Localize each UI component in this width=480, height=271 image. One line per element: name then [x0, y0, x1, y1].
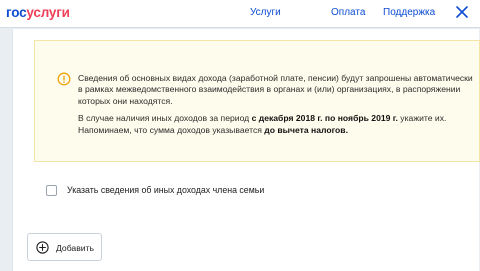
alert-text: Сведения об основных видах дохода (зараб…: [78, 73, 478, 136]
nav-link-support[interactable]: Поддержка: [383, 7, 435, 18]
info-circle-icon: [57, 72, 71, 86]
logo-part-uslugi: услуги: [26, 5, 70, 20]
alert-p2-text-1: В случае наличия иных доходов за период: [78, 113, 252, 124]
close-icon[interactable]: [454, 4, 470, 20]
alert-before-tax-bold: до вычета налогов.: [264, 124, 348, 135]
alert-period-bold: с декабря 2018 г. по ноябрь 2019 г.: [251, 113, 398, 124]
info-alert: Сведения об основных видах дохода (зараб…: [34, 40, 480, 162]
alert-paragraph-2: В случае наличия иных доходов за период …: [78, 113, 478, 136]
logo-part-gos: гос: [6, 5, 27, 20]
top-header: госуслуги Услуги Оплата Поддержка: [0, 0, 480, 28]
family-income-checkbox[interactable]: [46, 185, 57, 196]
gosuslugi-logo[interactable]: госуслуги: [6, 5, 70, 20]
add-button-label: Добавить: [56, 243, 94, 253]
add-button[interactable]: Добавить: [27, 233, 102, 261]
family-income-checkbox-label[interactable]: Указать сведения об иных доходах члена с…: [67, 185, 264, 195]
nav-link-payment[interactable]: Оплата: [331, 7, 365, 18]
plus-circle-icon: [36, 241, 49, 254]
alert-paragraph-1: Сведения об основных видах дохода (зараб…: [78, 73, 473, 106]
nav-link-services[interactable]: Услуги: [250, 7, 281, 18]
